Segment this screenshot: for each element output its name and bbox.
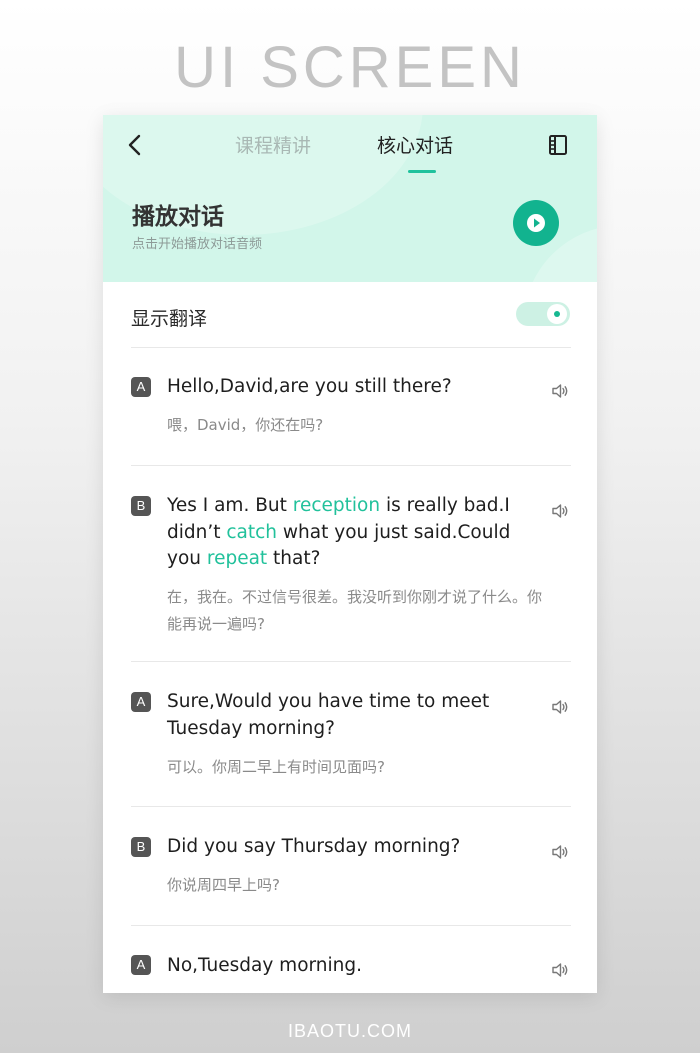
play-dialogue-title: 播放对话 <box>132 204 224 230</box>
chinese-translation: 可以。你周二早上有时间见面吗? <box>167 758 385 776</box>
speaker-icon[interactable] <box>551 961 569 979</box>
translation-toggle[interactable] <box>516 302 570 326</box>
speaker-badge: B <box>131 837 151 857</box>
vocab-highlight[interactable]: catch <box>226 522 277 543</box>
english-line: Hello,David,are you still there? <box>167 376 452 397</box>
speaker-badge: B <box>131 496 151 516</box>
speaker-icon[interactable] <box>551 502 569 520</box>
active-tab-indicator <box>408 170 436 173</box>
dialogue-item: B Did you say Thursday morning? 你说周四早上吗? <box>131 807 571 926</box>
dialogue-item: A Hello,David,are you still there? 喂，Dav… <box>131 348 571 466</box>
dialogue-item: A Sure,Would you have time to meet Tuesd… <box>131 662 571 807</box>
speaker-icon[interactable] <box>551 698 569 716</box>
vocab-highlight[interactable]: repeat <box>207 548 267 569</box>
play-icon <box>527 214 545 232</box>
chevron-left-icon[interactable] <box>125 134 147 156</box>
speaker-icon[interactable] <box>551 382 569 400</box>
dialogue-item: A No,Tuesday morning. <box>131 926 571 993</box>
footer-watermark: IBAOTU.COM <box>287 1021 412 1041</box>
english-line: No,Tuesday morning. <box>167 955 363 976</box>
speaker-icon[interactable] <box>551 843 569 861</box>
show-translation-label: 显示翻译 <box>131 308 208 330</box>
toggle-knob <box>547 304 567 324</box>
chinese-translation: 你说周四早上吗? <box>167 876 280 894</box>
banner-title: UI SCREEN <box>174 35 526 100</box>
chinese-translation: 喂，David，你还在吗? <box>167 416 324 434</box>
book-icon[interactable] <box>547 134 569 156</box>
tab-course-lecture[interactable]: 课程精讲 <box>235 134 311 158</box>
play-button[interactable] <box>513 200 559 246</box>
english-line: Did you say Thursday morning? <box>167 836 461 857</box>
vocab-highlight[interactable]: reception <box>293 495 380 516</box>
header: 课程精讲 核心对话 播放对话 点击开始播放对话音频 <box>103 115 597 282</box>
translation-row: 显示翻译 <box>131 282 571 348</box>
play-dialogue-subtitle: 点击开始播放对话音频 <box>132 237 263 252</box>
chinese-translation: 在，我在。不过信号很差。我没听到你刚才说了什么。你能再说一遍吗? <box>167 588 543 633</box>
speaker-badge: A <box>131 692 151 712</box>
english-line: Yes I am. But reception is really bad.I … <box>167 495 511 569</box>
speaker-badge: A <box>131 377 151 397</box>
dialogue-item: B Yes I am. But reception is really bad.… <box>131 466 571 662</box>
speaker-badge: A <box>131 955 151 975</box>
tab-core-dialogue[interactable]: 核心对话 <box>377 134 453 158</box>
english-line: Sure,Would you have time to meet Tuesday… <box>167 691 490 739</box>
phone-screen: 课程精讲 核心对话 播放对话 点击开始播放对话音频 显示翻译 A Hello,D <box>103 115 597 993</box>
